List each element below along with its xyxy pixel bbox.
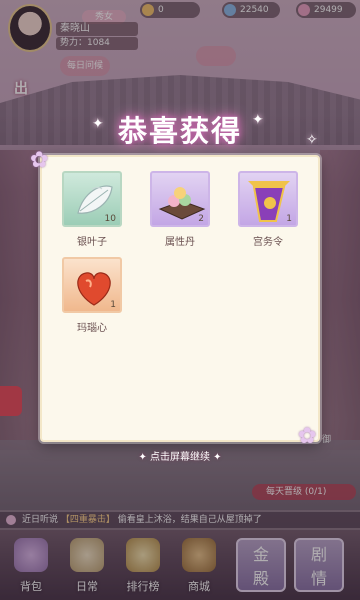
reward-item[interactable]: 1 玛瑙心 <box>62 257 126 337</box>
item-frame: 1 <box>238 171 298 227</box>
item-frame: 2 <box>150 171 210 227</box>
reward-item[interactable]: 1 宫务令 <box>238 171 302 251</box>
item-name: 属性丹 <box>165 237 195 248</box>
item-count: 1 <box>286 214 292 224</box>
item-count: 10 <box>104 214 116 224</box>
reward-title: 恭喜获得 <box>117 114 242 148</box>
flower-decoration-icon: ✿ <box>298 424 317 449</box>
item-frame: 10 <box>62 171 122 227</box>
sparkle-icon: ✦ <box>210 452 222 463</box>
continue-hint[interactable]: ✦ 点击屏幕继续 ✦ <box>0 448 360 463</box>
item-name: 宫务令 <box>253 237 283 248</box>
item-frame: 1 <box>62 257 122 313</box>
flower-decoration-icon: ✿ <box>30 148 49 173</box>
reward-item[interactable]: 10 银叶子 <box>62 171 126 251</box>
continue-hint-text: 点击屏幕继续 <box>150 452 210 463</box>
reward-panel: 10 银叶子 2 属性丹 1 宫务令 1 玛瑙心 <box>40 155 320 442</box>
item-count: 1 <box>110 300 116 310</box>
item-name: 银叶子 <box>77 237 107 248</box>
sparkle-icon: ✦ <box>138 452 150 463</box>
item-name: 玛瑙心 <box>77 323 107 334</box>
reward-item[interactable]: 2 属性丹 <box>150 171 214 251</box>
item-count: 2 <box>198 214 204 224</box>
